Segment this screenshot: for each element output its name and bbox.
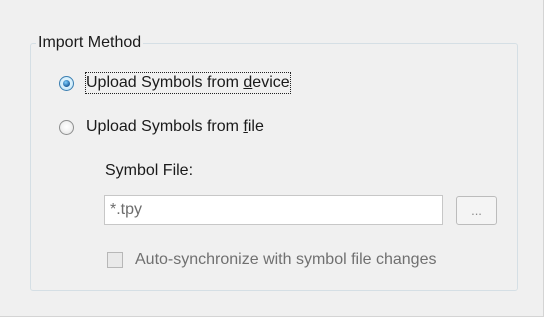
symbol-file-input[interactable]: *.tpy (104, 195, 443, 225)
auto-sync-option[interactable]: Auto-synchronize with symbol file change… (107, 249, 436, 271)
upload-from-file-label[interactable]: Upload Symbols from file (86, 117, 264, 137)
browse-button[interactable]: ... (456, 196, 497, 225)
auto-sync-checkbox[interactable] (107, 252, 123, 268)
upload-from-device-radio[interactable] (59, 75, 74, 91)
symbol-file-label: Symbol File: (105, 162, 194, 179)
import-method-legend: Import Method (36, 33, 144, 53)
upload-from-file-radio[interactable] (59, 119, 74, 135)
dialog-panel: Import Method Upload Symbols from device… (0, 0, 544, 317)
auto-sync-label[interactable]: Auto-synchronize with symbol file change… (135, 250, 436, 270)
upload-from-device-label[interactable]: Upload Symbols from device (85, 72, 291, 94)
upload-from-device-option[interactable]: Upload Symbols from device (59, 71, 291, 95)
upload-from-file-option[interactable]: Upload Symbols from file (59, 115, 264, 139)
